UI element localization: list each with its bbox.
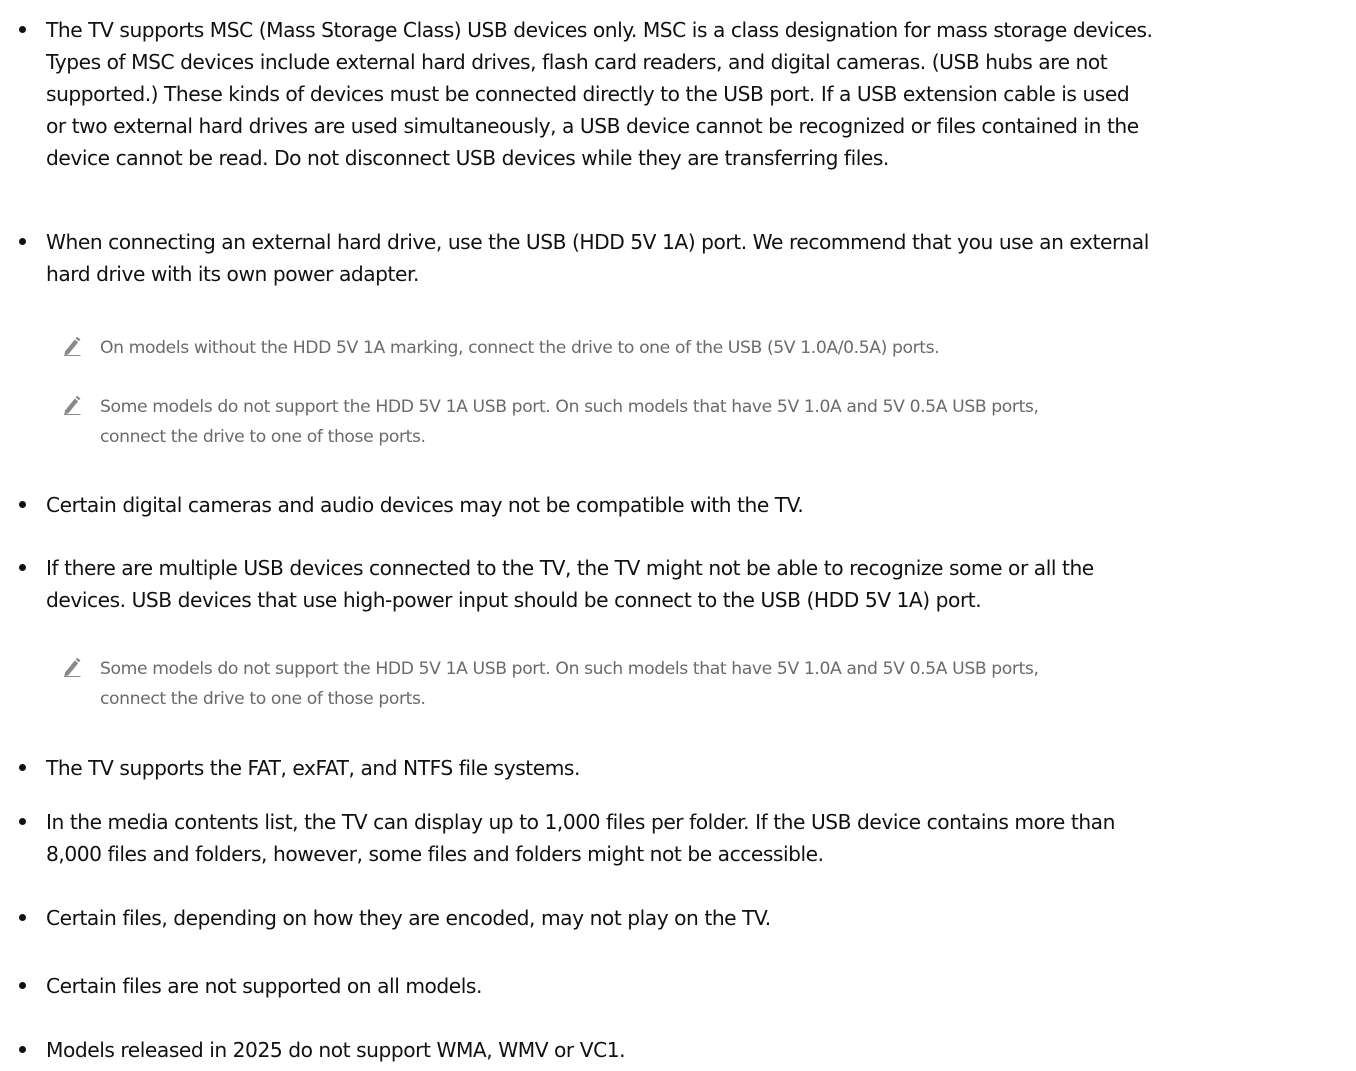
list-item-text: Certain digital cameras and audio device… [46,493,804,517]
list-item-text: The TV supports MSC (Mass Storage Class)… [46,18,1153,170]
list-item-text: In the media contents list, the TV can d… [46,810,1115,866]
note-text: On models without the HDD 5V 1A marking,… [100,338,940,358]
bullet-dot [19,501,26,508]
list-item-text: Certain files are not supported on all m… [46,974,482,998]
list-item-text: When connecting an external hard drive, … [46,230,1149,286]
pencil-note-icon [64,336,81,356]
list-item-text: Models released in 2025 do not support W… [46,1038,626,1062]
list-item-text: The TV supports the FAT, exFAT, and NTFS… [46,756,580,780]
bullet-dot [19,764,26,771]
bullet-dot [19,982,26,989]
bullet-dot [19,818,26,825]
list-item-text: If there are multiple USB devices connec… [46,556,1094,612]
bullet-dot [19,564,26,571]
note-text: Some models do not support the HDD 5V 1A… [100,659,1039,709]
bullet-dot [19,1046,26,1053]
note-text: Some models do not support the HDD 5V 1A… [100,397,1039,447]
list-item-text: Certain files, depending on how they are… [46,906,771,930]
bullet-dot [19,238,26,245]
pencil-note-icon [64,657,81,677]
pencil-note-icon [64,395,81,415]
bullet-dot [19,914,26,921]
bullet-dot [19,26,26,33]
